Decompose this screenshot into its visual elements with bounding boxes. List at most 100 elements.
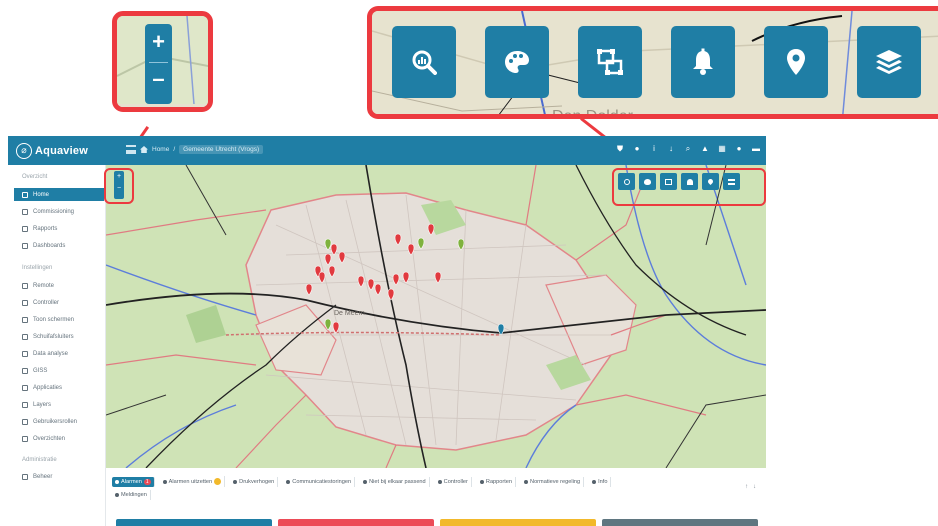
logo-icon: ⌀: [16, 142, 32, 159]
palette-icon: [505, 51, 529, 73]
sidebar-item-label: Dashboards: [33, 242, 66, 249]
dashboard-icon: [22, 242, 28, 249]
shield-icon[interactable]: ⛊: [616, 144, 624, 154]
tab-reports[interactable]: Rapporten: [477, 476, 517, 487]
sidebar-item-layers[interactable]: Layers: [18, 398, 104, 411]
tab-communication[interactable]: Communicatiestoringen: [283, 476, 356, 487]
info-icon[interactable]: i: [650, 144, 658, 154]
sidebar-item-user-roles[interactable]: Gebruikersrollen: [18, 415, 104, 428]
zoom-out-icon[interactable]: –: [145, 68, 172, 92]
map-place-label: Den Dolder: [552, 108, 634, 119]
download-icon[interactable]: ↓: [667, 144, 675, 154]
app-icon: [22, 384, 28, 391]
search-analytics-icon: [412, 50, 437, 75]
tab-label: Info: [598, 478, 608, 485]
sidebar-item-remote[interactable]: Remote: [18, 279, 104, 292]
sidebar-item-valves[interactable]: Schuifafsluiters: [18, 330, 104, 343]
sidebar-item-admin[interactable]: Beheer: [18, 470, 104, 483]
calendar-icon: [22, 208, 28, 215]
district-label: De Meern: [334, 310, 365, 317]
tab-notifications[interactable]: Meldingen: [112, 490, 151, 500]
sidebar: Overzicht Home Commissioning Rapports Da…: [8, 165, 106, 526]
arrow-up-icon[interactable]: ↑: [745, 484, 748, 490]
layers-icon: [22, 401, 28, 408]
bottom-tabs-row-2: Meldingen: [112, 490, 151, 500]
summary-card[interactable]: [602, 519, 758, 526]
sidebar-item-controller[interactable]: Controller: [18, 296, 104, 309]
sidebar-section-label: Administratie: [22, 457, 57, 463]
layers-button[interactable]: [857, 26, 921, 98]
rule-icon: [524, 479, 529, 484]
list-icon: [22, 225, 28, 232]
breadcrumb-home[interactable]: Home: [152, 146, 169, 153]
navbar-actions: ⛊ ● i ↓ ⌕ ▲ ▦ ● ▬: [616, 144, 760, 154]
analytics-search-button[interactable]: [392, 26, 456, 98]
zoom-in-icon[interactable]: +: [145, 30, 172, 54]
style-palette-button[interactable]: [485, 26, 549, 98]
logout-icon[interactable]: ▬: [752, 144, 760, 154]
tab-pressure[interactable]: Drukverhogen: [230, 476, 279, 487]
bell-icon: [693, 48, 713, 75]
screen-icon: [22, 316, 28, 323]
link-icon: [363, 479, 368, 484]
user-icon[interactable]: ●: [735, 144, 743, 154]
sidebar-item-label: Rapports: [33, 225, 58, 232]
grid-icon[interactable]: ▦: [718, 144, 726, 154]
gear-icon: [22, 282, 28, 289]
overview-icon: [22, 435, 28, 442]
sidebar-item-screens[interactable]: Toon schermen: [18, 313, 104, 326]
zoom-control-callout: + –: [112, 11, 213, 112]
sidebar-item-label: Beheer: [33, 473, 53, 480]
sidebar-section-label: Instellingen: [22, 265, 53, 271]
tab-label: Rapporten: [485, 478, 513, 485]
map-canvas[interactable]: De Meern + −: [106, 165, 766, 468]
tab-label: Drukverhogen: [239, 478, 275, 485]
arrow-down-icon[interactable]: ↓: [753, 484, 756, 490]
sidebar-item-gis[interactable]: GISS: [18, 364, 104, 377]
alarm-count-badge: 1: [143, 478, 151, 485]
tab-pager: ↑ ↓: [745, 484, 756, 490]
search-icon[interactable]: ⌕: [684, 144, 692, 154]
annotated-screenshot: + – Den Dolder ⌀ Aquaview Home / Gemeent…: [0, 0, 938, 526]
map-toolbar-callout: Den Dolder: [367, 6, 938, 119]
tab-controller[interactable]: Controller: [435, 476, 472, 487]
sidebar-item-label: Layers: [33, 401, 52, 408]
summary-card[interactable]: [278, 519, 434, 526]
sidebar-item-label: Commissioning: [33, 208, 75, 215]
bell-icon[interactable]: ▲: [701, 144, 709, 154]
logo-text: Aquaview: [35, 144, 88, 157]
summary-card[interactable]: [116, 519, 272, 526]
sidebar-item-reports[interactable]: Rapports: [18, 222, 104, 235]
tab-alarms-off[interactable]: Alarmen uitzetten: [160, 476, 226, 487]
sidebar-item-overviews[interactable]: Overzichten: [18, 432, 104, 445]
home-icon: [22, 191, 28, 198]
sidebar-item-label: Home: [33, 191, 50, 198]
transform-icon: [597, 49, 623, 75]
top-navbar: ⌀ Aquaview Home / Gemeente Utrecht (Vrog…: [8, 136, 766, 165]
toolbar-highlight: [612, 168, 766, 206]
report-icon: [479, 479, 484, 484]
warning-icon: [233, 479, 238, 484]
tab-alarms[interactable]: Alarmen 1: [112, 476, 155, 487]
menu-toggle-icon[interactable]: [126, 145, 136, 154]
transform-button[interactable]: [578, 26, 642, 98]
location-button[interactable]: [764, 26, 828, 98]
summary-card[interactable]: [440, 519, 596, 526]
tab-info[interactable]: Info: [589, 476, 612, 487]
circle-icon[interactable]: ●: [633, 144, 641, 154]
tab-normative[interactable]: Normatieve regeling: [521, 476, 585, 487]
sidebar-item-commissioning[interactable]: Commissioning: [18, 205, 104, 218]
sidebar-item-home[interactable]: Home: [14, 188, 104, 201]
app-logo[interactable]: ⌀ Aquaview: [16, 142, 88, 159]
sidebar-item-dashboards[interactable]: Dashboards: [18, 239, 104, 252]
tab-label: Communicatiestoringen: [292, 478, 352, 485]
layers-icon: [876, 50, 902, 74]
tab-mismatch[interactable]: Niet bij elkaar passend: [360, 476, 430, 487]
zoom-control-highlight: [104, 168, 134, 204]
sidebar-item-applications[interactable]: Applicaties: [18, 381, 104, 394]
bell-off-icon: [162, 479, 167, 484]
home-icon[interactable]: [140, 146, 148, 153]
user-icon: [22, 473, 28, 480]
alerts-button[interactable]: [671, 26, 735, 98]
sidebar-item-data-analysis[interactable]: Data analyse: [18, 347, 104, 360]
